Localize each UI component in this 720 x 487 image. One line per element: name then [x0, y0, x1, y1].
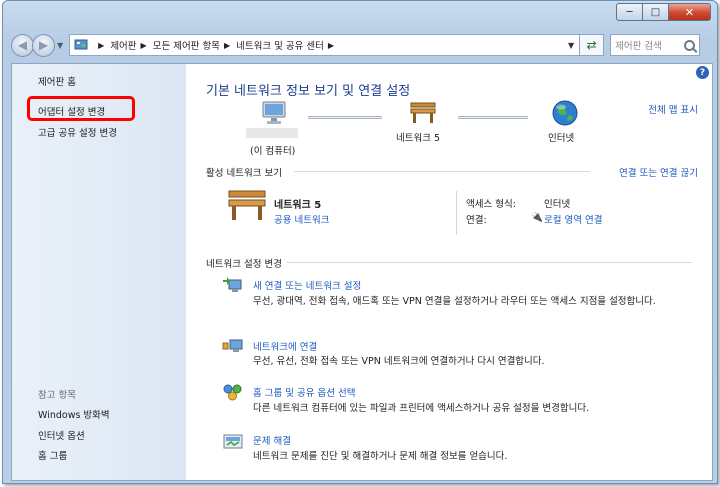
back-button[interactable]: ◀: [11, 33, 34, 57]
address-dropdown[interactable]: ▼: [568, 41, 579, 50]
section-divider: [286, 262, 692, 263]
refresh-icon: ⇄: [586, 38, 597, 52]
map-link-line: [458, 116, 528, 119]
minimize-button[interactable]: ─: [616, 3, 643, 21]
section-divider: [294, 171, 590, 172]
connections-label: 연결:: [466, 215, 487, 226]
see-also-homegroup[interactable]: 홈 그룹: [38, 448, 67, 462]
control-panel-icon: [74, 39, 88, 50]
breadcrumb-separator[interactable]: ▶: [328, 41, 334, 50]
computer-name-redacted: [246, 128, 298, 138]
help-icon[interactable]: ?: [696, 66, 709, 79]
search-input[interactable]: 제어판 검색: [610, 34, 701, 56]
network-name: 네트워크 5: [274, 200, 322, 211]
access-type-value: 인터넷: [544, 199, 571, 210]
breadcrumb-separator[interactable]: ▶: [141, 41, 147, 50]
new-connection-icon: [223, 277, 242, 292]
search-placeholder: 제어판 검색: [615, 41, 662, 52]
task-connect-network-link[interactable]: 네트워크에 연결: [253, 339, 317, 353]
breadcrumb-control-panel[interactable]: 제어판: [110, 38, 136, 52]
page-title: 기본 네트워크 정보 보기 및 연결 설정: [206, 84, 411, 99]
map-link-line: [308, 116, 382, 119]
connect-disconnect-link[interactable]: 연결 또는 연결 끊기: [619, 165, 698, 179]
task-new-connection-link[interactable]: 새 연결 또는 네트워크 설정: [253, 278, 361, 292]
address-bar[interactable]: ▶ 제어판 ▶ 모든 제어판 항목 ▶ 네트워크 및 공유 센터 ▶ ▼: [69, 34, 581, 56]
see-also-heading: 참고 항목: [38, 390, 76, 401]
window-frame: ─ □ ✕ ◀ ▶ ▼ ▶ 제어판 ▶ 모든 제어판 항목 ▶ 네트워크 및 공…: [2, 0, 718, 484]
caption-buttons: ─ □ ✕: [616, 3, 711, 21]
refresh-button[interactable]: ⇄: [580, 34, 605, 56]
connection-plug-icon: 🔌: [531, 212, 543, 223]
recent-pages-dropdown[interactable]: ▼: [57, 41, 63, 50]
computer-icon[interactable]: [260, 100, 290, 126]
homegroup-icon: [223, 384, 242, 401]
task-troubleshoot-link[interactable]: 문제 해결: [253, 433, 291, 447]
bench-network-icon[interactable]: [226, 187, 268, 223]
task-homegroup-link[interactable]: 홈 그룹 및 공유 옵션 선택: [253, 385, 356, 399]
breadcrumb-separator[interactable]: ▶: [224, 41, 230, 50]
access-type-label: 액세스 형식:: [466, 199, 516, 210]
breadcrumb-network-center[interactable]: 네트워크 및 공유 센터: [236, 38, 324, 52]
maximize-button[interactable]: □: [643, 3, 669, 21]
computer-label: (이 컴퓨터): [250, 146, 296, 157]
connect-network-icon: [222, 339, 243, 352]
task-homegroup-desc: 다른 네트워크 컴퓨터에 있는 파일과 프린터에 액세스하거나 공유 설정을 변…: [253, 403, 590, 414]
content-area: 제어판 홈 어댑터 설정 변경 고급 공유 설정 변경 참고 항목 Window…: [11, 63, 713, 481]
active-networks-heading: 활성 네트워크 보기: [206, 168, 282, 179]
network-map-label: 네트워크 5: [396, 133, 441, 144]
search-icon[interactable]: [684, 39, 696, 51]
breadcrumb-all-items[interactable]: 모든 제어판 항목: [153, 38, 220, 52]
see-also-internet-options[interactable]: 인터넷 옵션: [38, 428, 85, 442]
sidebar-home-link[interactable]: 제어판 홈: [38, 74, 76, 88]
full-map-link[interactable]: 전체 맵 표시: [648, 102, 698, 116]
change-settings-heading: 네트워크 설정 변경: [206, 259, 282, 270]
internet-label: 인터넷: [548, 133, 575, 144]
globe-icon[interactable]: [551, 99, 579, 127]
sidebar: 제어판 홈 어댑터 설정 변경 고급 공유 설정 변경 참고 항목 Window…: [12, 64, 186, 480]
forward-arrow-icon: ▶: [38, 38, 49, 52]
vertical-divider: [456, 191, 457, 235]
close-button[interactable]: ✕: [669, 3, 711, 21]
main-panel: ? 기본 네트워크 정보 보기 및 연결 설정 전체 맵 표시 (이 컴퓨터) …: [186, 64, 712, 480]
task-connect-network-desc: 무선, 유선, 전화 접속 또는 VPN 네트워크에 연결하거나 다시 연결합니…: [253, 356, 545, 367]
task-troubleshoot-desc: 네트워크 문제를 진단 및 해결하거나 문제 해결 정보를 얻습니다.: [253, 451, 508, 462]
local-area-connection-link[interactable]: 로컬 영역 연결: [544, 212, 602, 226]
back-arrow-icon: ◀: [17, 38, 28, 52]
sidebar-item-advanced-sharing[interactable]: 고급 공유 설정 변경: [38, 125, 117, 139]
forward-button[interactable]: ▶: [32, 33, 55, 57]
bench-network-icon[interactable]: [408, 100, 438, 126]
navigation-bar: ◀ ▶ ▼ ▶ 제어판 ▶ 모든 제어판 항목 ▶ 네트워크 및 공유 센터 ▶…: [11, 31, 713, 59]
task-new-connection-desc: 무선, 광대역, 전화 접속, 애드혹 또는 VPN 연결을 설정하거나 라우터…: [253, 296, 656, 307]
see-also-firewall[interactable]: Windows 방화벽: [38, 407, 110, 421]
troubleshoot-icon: [223, 434, 243, 449]
breadcrumb-separator: ▶: [98, 40, 105, 50]
network-type-link[interactable]: 공용 네트워크: [274, 212, 329, 226]
sidebar-item-adapter-settings[interactable]: 어댑터 설정 변경: [38, 104, 105, 118]
